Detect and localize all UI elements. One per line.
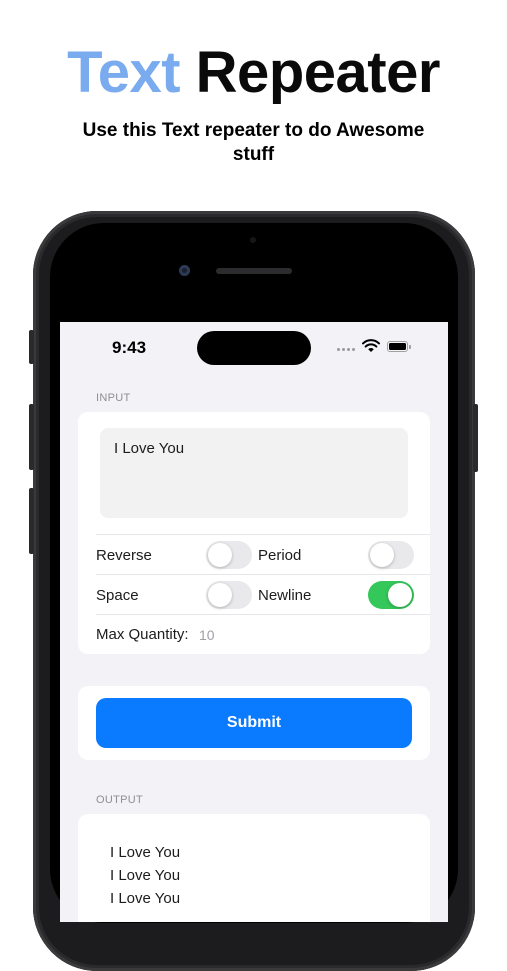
divider	[96, 574, 430, 575]
battery-icon	[387, 341, 408, 352]
output-line: I Love You	[110, 890, 181, 907]
wifi-icon	[362, 339, 380, 352]
status-time: 9:43	[112, 338, 147, 357]
hero-title-accent: Text	[67, 40, 181, 105]
reverse-label: Reverse	[96, 547, 152, 564]
divider	[96, 534, 430, 535]
output-line: I Love You	[110, 844, 181, 861]
reverse-toggle[interactable]	[206, 541, 252, 569]
newline-toggle[interactable]	[368, 581, 414, 609]
period-toggle[interactable]	[368, 541, 414, 569]
period-label: Period	[258, 547, 302, 564]
hero-title: Text Repeater	[0, 38, 507, 108]
phone-volume-down-button	[29, 488, 34, 554]
space-label: Space	[96, 587, 139, 604]
phone-power-button	[473, 404, 478, 472]
hero-title-rest: Repeater	[195, 40, 441, 105]
cellular-signal-icon	[337, 348, 355, 351]
dynamic-island	[197, 331, 311, 365]
max-quantity-label: Max Quantity:	[96, 626, 189, 643]
max-quantity-input[interactable]: 10	[199, 627, 215, 643]
submit-button[interactable]: Submit	[96, 698, 412, 748]
divider	[96, 614, 430, 615]
earpiece-speaker	[216, 268, 292, 274]
phone-action-button	[29, 330, 34, 364]
phone-screen: 9:43 INPUT I Love You Reverse Period Spa…	[60, 322, 448, 922]
input-text-field[interactable]: I Love You	[100, 428, 408, 518]
output-line: I Love You	[110, 867, 181, 884]
front-camera	[179, 265, 190, 276]
output-card: I Love You I Love You I Love You	[78, 814, 430, 922]
newline-label: Newline	[258, 587, 312, 604]
battery-tip	[409, 345, 411, 349]
space-toggle[interactable]	[206, 581, 252, 609]
phone-volume-up-button	[29, 404, 34, 470]
front-sensor	[250, 237, 256, 243]
output-section-label: OUTPUT	[96, 794, 144, 806]
hero-subtitle: Use this Text repeater to do Awesome stu…	[82, 120, 425, 165]
input-card: I Love You Reverse Period Space Newline …	[78, 412, 430, 654]
submit-card: Submit	[78, 686, 430, 760]
input-section-label: INPUT	[96, 392, 131, 404]
